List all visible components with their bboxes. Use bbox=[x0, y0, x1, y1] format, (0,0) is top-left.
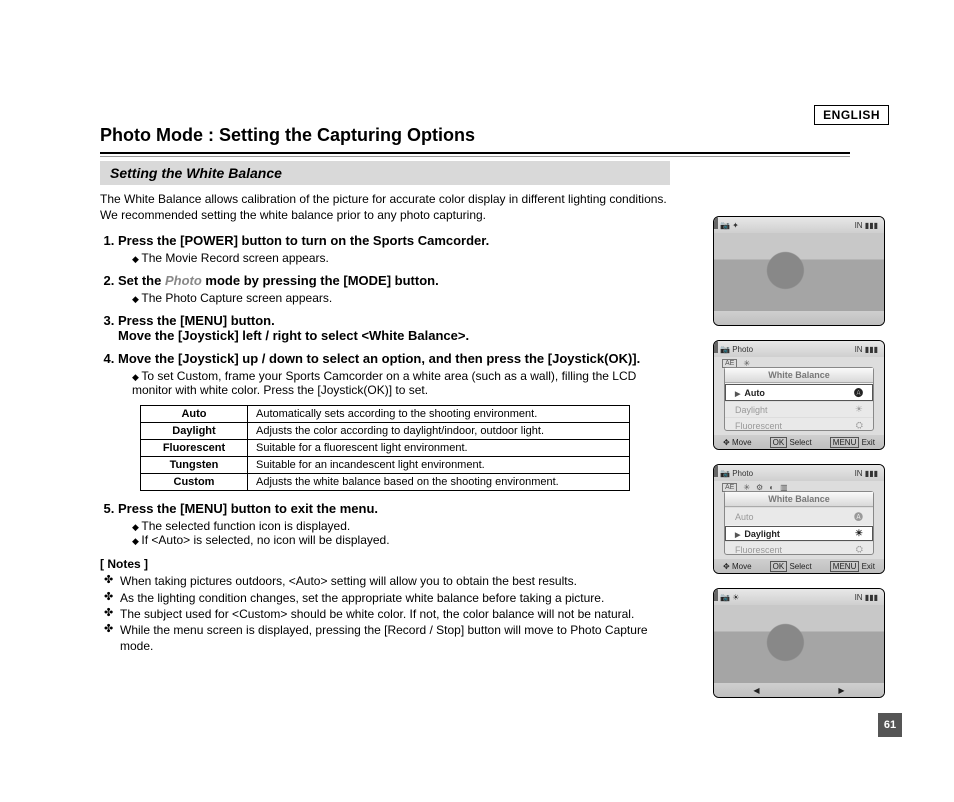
step-3: Press the [MENU] button. Move the [Joyst… bbox=[118, 313, 670, 343]
notes-list: When taking pictures outdoors, <Auto> se… bbox=[100, 573, 670, 654]
menu-row-auto-2: Auto🅐 bbox=[725, 507, 873, 525]
menu-row-fluorescent-2: Fluorescent⛭ bbox=[725, 541, 873, 557]
auto-icon: 🅐 bbox=[854, 386, 863, 399]
page-title: Photo Mode : Setting the Capturing Optio… bbox=[100, 125, 894, 146]
fluorescent-icon: ⛭ bbox=[856, 420, 863, 431]
sun-icon: ☀ bbox=[855, 404, 863, 415]
screen-3-menu: White Balance Auto🅐 Daylight☀ Fluorescen… bbox=[724, 367, 874, 431]
step-5: Press the [MENU] button to exit the menu… bbox=[118, 501, 670, 547]
intro-text: The White Balance allows calibration of … bbox=[100, 191, 670, 223]
step-5-sub2: If <Auto> is selected, no icon will be d… bbox=[132, 533, 670, 547]
language-tag: ENGLISH bbox=[814, 105, 889, 125]
nav-left-icon: ◀ bbox=[753, 686, 759, 695]
step-2-photo: Photo bbox=[165, 273, 202, 288]
screen-2: 2 📷 ✦ IN ▮▮▮ bbox=[713, 216, 885, 326]
tbl-tun-l: Tungsten bbox=[141, 457, 248, 474]
note-4: While the menu screen is displayed, pres… bbox=[104, 622, 670, 654]
menu-row-auto: Auto🅐 bbox=[725, 383, 873, 401]
tbl-flu-l: Fluorescent bbox=[141, 440, 248, 457]
screen-4-badge: 4 bbox=[713, 464, 718, 477]
photo-label: Photo bbox=[732, 345, 753, 354]
screen-5: 5 📷 ☀ IN ▮▮▮ ◀ ▶ bbox=[713, 588, 885, 698]
camera-icon: 📷 ✦ bbox=[720, 221, 739, 230]
menu-row-daylight: Daylight☀ bbox=[725, 401, 873, 417]
menu-row-fluorescent: Fluorescent⛭ bbox=[725, 417, 873, 433]
note-1: When taking pictures outdoors, <Auto> se… bbox=[104, 573, 670, 589]
step-1-text: Press the [POWER] button to turn on the … bbox=[118, 233, 489, 248]
tbl-cus-l: Custom bbox=[141, 474, 248, 491]
steps-list: Press the [POWER] button to turn on the … bbox=[100, 233, 670, 397]
screen-5-bottombar: ◀ ▶ bbox=[714, 683, 884, 697]
menu-row-daylight-2: Daylight☀ bbox=[725, 525, 873, 541]
daylight-status-icon: ☀ bbox=[732, 593, 739, 602]
step-2: Set the Photo mode by pressing the [MODE… bbox=[118, 273, 670, 305]
step-4: Move the [Joystick] up / down to select … bbox=[118, 351, 670, 397]
step-3-line2: Move the [Joystick] left / right to sele… bbox=[118, 328, 469, 343]
sun-icon: ☀ bbox=[855, 528, 863, 539]
step-1-sub: The Movie Record screen appears. bbox=[132, 251, 670, 265]
page-number: 61 bbox=[878, 713, 902, 737]
steps-list-2: Press the [MENU] button to exit the menu… bbox=[100, 501, 670, 547]
note-2: As the lighting condition changes, set t… bbox=[104, 590, 670, 606]
tbl-cus-d: Adjusts the white balance based on the s… bbox=[248, 474, 630, 491]
step-2-sub: The Photo Capture screen appears. bbox=[132, 291, 670, 305]
screen-4-bottombar: ✥ Move OK Select MENU Exit bbox=[714, 559, 884, 573]
step-1: Press the [POWER] button to turn on the … bbox=[118, 233, 670, 265]
tbl-day-d: Adjusts the color according to daylight/… bbox=[248, 423, 630, 440]
tbl-auto-l: Auto bbox=[141, 406, 248, 423]
title-rule bbox=[100, 152, 850, 154]
screen-4-menu: White Balance Auto🅐 Daylight☀ Fluorescen… bbox=[724, 491, 874, 555]
white-balance-table: AutoAutomatically sets according to the … bbox=[140, 405, 630, 491]
screen-2-photo bbox=[714, 233, 884, 311]
in-label: IN bbox=[855, 221, 863, 230]
screen-2-bottombar bbox=[714, 311, 884, 325]
step-2-pre: Set the bbox=[118, 273, 165, 288]
screen-4: 4 📷 Photo IN ▮▮▮ AE ✳⚙◐▥ White Balance A… bbox=[713, 464, 885, 574]
step-4-text: Move the [Joystick] up / down to select … bbox=[118, 351, 640, 366]
screen-5-badge: 5 bbox=[713, 588, 718, 601]
step-5-text: Press the [MENU] button to exit the menu… bbox=[118, 501, 378, 516]
tbl-day-l: Daylight bbox=[141, 423, 248, 440]
screen-4-topbar: 📷 Photo IN ▮▮▮ bbox=[714, 465, 884, 481]
section-heading: Setting the White Balance bbox=[100, 161, 670, 185]
step-4-sub: To set Custom, frame your Sports Camcord… bbox=[132, 369, 670, 397]
screen-2-badge: 2 bbox=[713, 216, 718, 229]
tbl-flu-d: Suitable for a fluorescent light environ… bbox=[248, 440, 630, 457]
screen-3-bottombar: ✥ Move OK Select MENU Exit bbox=[714, 435, 884, 449]
screen-2-topbar: 📷 ✦ IN ▮▮▮ bbox=[714, 217, 884, 233]
nav-right-icon: ▶ bbox=[838, 686, 844, 695]
screen-3-badge: 3 bbox=[713, 340, 718, 353]
screen-3-topbar: 📷 Photo IN ▮▮▮ bbox=[714, 341, 884, 357]
page-rule bbox=[100, 156, 850, 157]
tbl-tun-d: Suitable for an incandescent light envir… bbox=[248, 457, 630, 474]
screen-5-photo bbox=[714, 605, 884, 683]
tbl-auto-d: Automatically sets according to the shoo… bbox=[248, 406, 630, 423]
step-3-line1: Press the [MENU] button. bbox=[118, 313, 275, 328]
menu-title: White Balance bbox=[725, 368, 873, 383]
screen-5-topbar: 📷 ☀ IN ▮▮▮ bbox=[714, 589, 884, 605]
notes-heading: [ Notes ] bbox=[100, 557, 670, 571]
note-3: The subject used for <Custom> should be … bbox=[104, 606, 670, 622]
screens-column: 2 📷 ✦ IN ▮▮▮ 3 📷 Photo IN ▮▮▮ AE ✳ Whit bbox=[713, 216, 889, 712]
step-5-sub1: The selected function icon is displayed. bbox=[132, 519, 670, 533]
screen-3: 3 📷 Photo IN ▮▮▮ AE ✳ White Balance Auto… bbox=[713, 340, 885, 450]
step-2-post: mode by pressing the [MODE] button. bbox=[202, 273, 439, 288]
